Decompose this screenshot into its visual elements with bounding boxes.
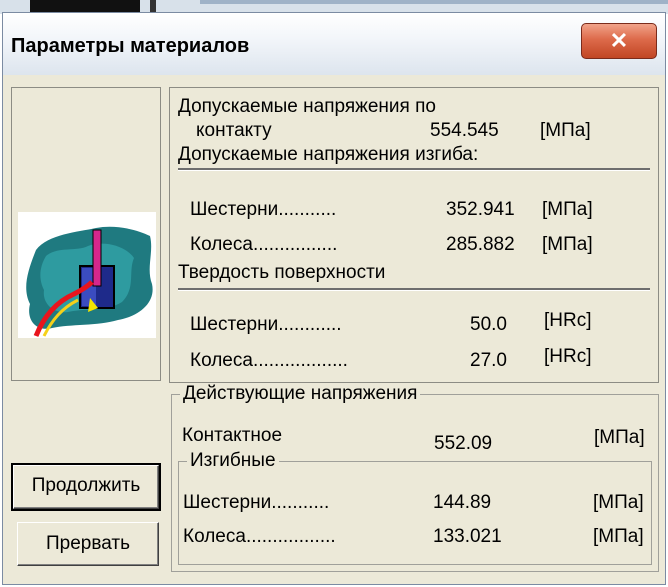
divider [178,288,650,291]
acting-contact-label: Контактное [182,425,283,446]
close-icon: ✕ [609,28,629,53]
acting-stress-group: Действующие напряжения Контактное 552.09… [171,383,659,572]
acting-contact-unit: [МПа] [594,427,645,448]
bending-wheel-unit: [МПа] [542,234,593,255]
dialog-title: Параметры материалов [11,35,250,57]
acting-stress-title: Действующие напряжения [180,383,421,405]
acting-gear-label: Шестерни........... [183,492,330,513]
title-bar: Параметры материалов ✕ [3,13,665,75]
illustration-panel [11,87,161,381]
close-button[interactable]: ✕ [581,23,657,59]
hardness-gear-value: 50.0 [470,314,507,335]
contact-stress-label: Допускаемые напряжения по [178,96,436,117]
acting-wheel-value: 133.021 [433,526,502,547]
bending-gear-value: 352.941 [446,199,515,220]
acting-wheel-label: Колеса................. [183,526,336,547]
bending-stress-title: Изгибные [187,450,279,472]
material-hardening-icon [18,212,156,338]
bending-wheel-label: Колеса................ [190,234,338,255]
acting-contact-value: 552.09 [434,433,493,454]
acting-gear-unit: [МПа] [593,492,644,513]
acting-wheel-unit: [МПа] [593,526,644,547]
bending-wheel-value: 285.882 [446,234,515,255]
bending-stress-label: Допускаемые напряжения изгиба: [178,144,479,165]
abort-button[interactable]: Прервать [17,522,159,566]
material-parameters-dialog: Параметры материалов ✕ Допускаемые напря… [2,12,666,585]
bending-gear-label: Шестерни........... [190,199,337,220]
bending-gear-unit: [МПа] [542,199,593,220]
allowable-stress-panel: Допускаемые напряжения по контакту 554.5… [169,87,659,383]
contact-stress-value: 554.545 [430,120,499,141]
hardness-wheel-value: 27.0 [470,350,507,371]
hardness-gear-unit: [HRc] [544,310,592,331]
background-decoration [200,0,668,4]
acting-gear-value: 144.89 [433,492,492,513]
continue-button[interactable]: Продолжить [11,463,161,511]
surface-hardness-label: Твердость поверхности [178,262,386,283]
hardness-gear-label: Шестерни............ [190,314,342,335]
bending-stress-group: Изгибные Шестерни........... 144.89 [МПа… [178,450,652,565]
hardness-wheel-label: Колеса.................. [190,350,348,371]
divider [178,168,650,171]
contact-stress-unit: [МПа] [540,120,591,141]
contact-stress-label-cont: контакту [196,120,272,141]
hardness-wheel-unit: [HRc] [544,346,592,367]
